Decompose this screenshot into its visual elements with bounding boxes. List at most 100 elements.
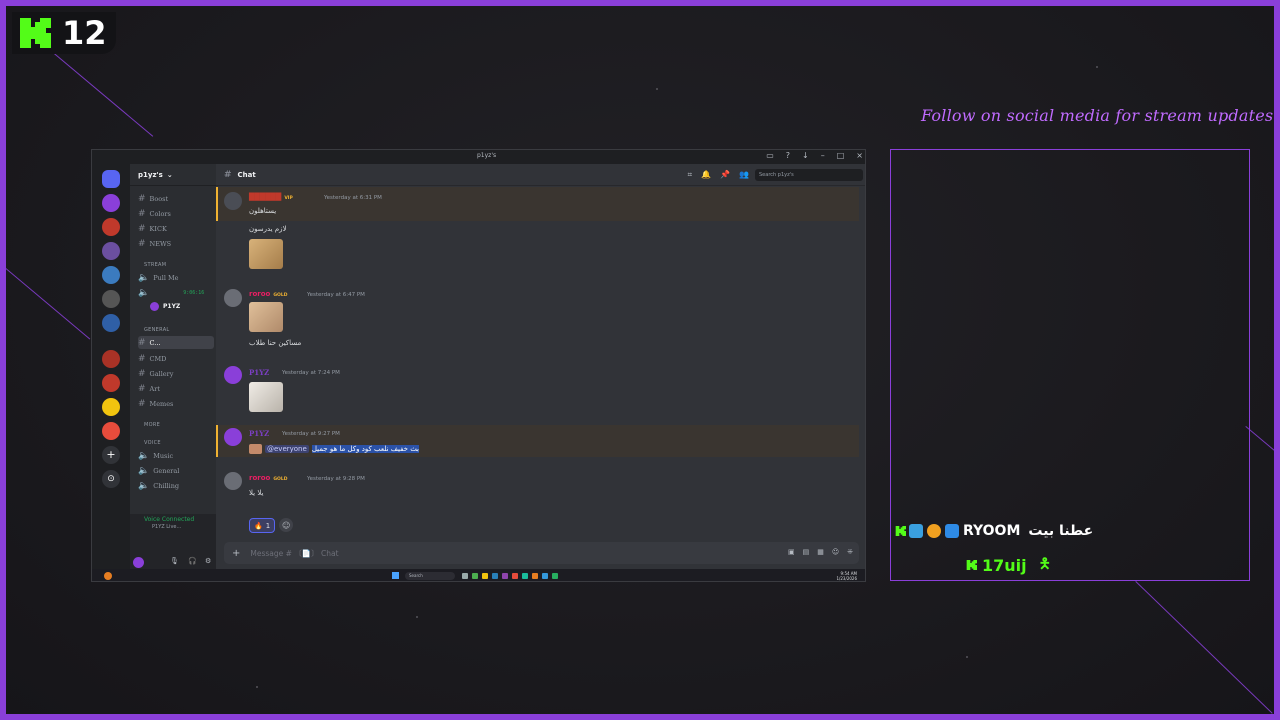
server-header[interactable]: p1yz's ⌄ (130, 164, 216, 186)
avatar[interactable] (224, 192, 242, 210)
weather-icon[interactable] (104, 572, 112, 580)
server-icon[interactable] (102, 194, 120, 212)
channel-item-cmd[interactable]: # CMD (138, 352, 214, 365)
channel-item-boost[interactable]: # Boost (138, 192, 214, 205)
reaction-fire[interactable]: 🔥 1 (249, 518, 276, 533)
camera-frame (890, 149, 1250, 581)
taskbar-search[interactable]: Search (405, 572, 455, 580)
server-icon[interactable] (102, 290, 120, 308)
category-more[interactable]: MORE (144, 422, 160, 428)
app-icon[interactable] (462, 573, 468, 579)
apps-icon[interactable]: ⁜ (847, 548, 853, 556)
server-icon[interactable] (102, 374, 120, 392)
gif-icon[interactable]: ▤ (803, 548, 810, 556)
channel-item-art[interactable]: # Art (138, 382, 214, 395)
sticker-image[interactable] (249, 239, 283, 269)
message-author[interactable]: ██████ VIP (249, 193, 293, 201)
add-server-icon[interactable]: + (102, 446, 120, 464)
maximize-icon[interactable]: □ (837, 151, 845, 160)
decor-line (45, 46, 154, 137)
sticker-image[interactable] (249, 302, 283, 332)
app-icon[interactable] (552, 573, 558, 579)
search-input[interactable]: Search p1yz's (755, 169, 863, 181)
channel-item-pull-me[interactable]: 🔈 Pull Me (138, 271, 214, 284)
server-icon[interactable] (102, 242, 120, 260)
avatar[interactable] (133, 557, 144, 568)
help-icon[interactable]: ? (786, 151, 790, 160)
channel-item-memes[interactable]: # Memes (138, 397, 214, 410)
message-timestamp: Yesterday at 6:31 PM (324, 195, 382, 201)
message-composer[interactable]: + Message # 〔📄〕 Chat ▣ ▤ ▦ ☺ ⁜ (224, 542, 859, 564)
channel-item-chilling[interactable]: 🔈 Chilling (138, 479, 214, 492)
download-icon[interactable]: ↓ (802, 151, 809, 160)
sticker-icon[interactable]: ▦ (817, 548, 824, 556)
category-general[interactable]: GENERAL (144, 327, 170, 333)
close-icon[interactable]: × (856, 151, 863, 160)
caption-name: RYOOM (963, 523, 1021, 539)
channel-item-general[interactable]: 🔈 General (138, 464, 214, 477)
pin-icon[interactable]: 📌 (720, 170, 730, 180)
channel-item-music[interactable]: 🔈 Music (138, 449, 214, 462)
avatar[interactable] (224, 428, 242, 446)
composer-placeholder[interactable]: Message # 〔📄〕 Chat (250, 548, 338, 559)
add-reaction-icon[interactable]: ☺ (279, 518, 294, 532)
emoji-picker-icon[interactable]: ☺ (832, 548, 839, 556)
channel-item-chat[interactable]: # C... (138, 336, 214, 349)
bell-icon[interactable]: 🔔 (701, 170, 711, 180)
message-author[interactable]: P1YZ (249, 368, 269, 377)
channel-item-news[interactable]: # NEWS (138, 237, 214, 250)
server-icon[interactable] (102, 266, 120, 284)
voice-user[interactable]: P1YZ (150, 300, 226, 313)
channel-item-gallery[interactable]: # Gallery (138, 367, 214, 380)
app-icon[interactable] (542, 573, 548, 579)
server-icon[interactable] (102, 218, 120, 236)
gear-icon[interactable]: ⚙ (205, 557, 211, 565)
message-author[interactable]: P1YZ (249, 429, 269, 438)
discover-icon[interactable]: ⊙ (102, 470, 120, 488)
channel-item-kick[interactable]: # KICK (138, 222, 214, 235)
kick-logo-icon (20, 18, 51, 48)
inbox-icon[interactable]: ▭ (766, 151, 774, 160)
hash-icon: # (138, 193, 146, 204)
windows-taskbar: Search 9:54 AM 1/23/2026 (92, 569, 865, 581)
server-icon[interactable] (102, 350, 120, 368)
windows-start-icon[interactable] (392, 572, 399, 579)
app-icon[interactable] (482, 573, 488, 579)
discord-home-icon[interactable] (102, 170, 120, 188)
app-icon[interactable] (532, 573, 538, 579)
server-name: p1yz's (138, 170, 163, 179)
app-icon[interactable] (492, 573, 498, 579)
channel-item-colors[interactable]: # Colors (138, 207, 214, 220)
avatar[interactable] (224, 366, 242, 384)
plus-icon[interactable]: + (232, 548, 240, 559)
category-stream[interactable]: STREAM (144, 262, 166, 268)
mic-icon[interactable]: 🎙 (170, 557, 179, 565)
app-icon[interactable] (522, 573, 528, 579)
minimize-icon[interactable]: – (821, 151, 825, 160)
headphones-icon[interactable]: 🎧 (188, 557, 197, 565)
server-icon[interactable] (102, 398, 120, 416)
avatar[interactable] (224, 289, 242, 307)
voice-channel-live[interactable]: 🔈 9:06:16 (138, 286, 214, 299)
channel-sidebar: p1yz's ⌄ # Boost # Colors # KICK # NEWS STRE… (130, 164, 216, 569)
voice-timer: 9:06:16 (183, 289, 205, 296)
hash-icon: # (224, 169, 232, 180)
message-author[interactable]: roroo GOLD (249, 290, 287, 298)
everyone-mention[interactable]: @everyone (265, 445, 309, 453)
category-voice[interactable]: VOICE (144, 440, 161, 446)
avatar[interactable] (224, 472, 242, 490)
server-icon[interactable] (102, 422, 120, 440)
threads-icon[interactable]: ⌗ (688, 170, 693, 180)
app-icon[interactable] (502, 573, 508, 579)
server-icon[interactable] (102, 314, 120, 332)
chat-area: # Chat ⌗ 🔔 📌 👥 Search p1yz's ██████ VIP Y… (216, 164, 865, 569)
members-icon[interactable]: 👥 (739, 170, 749, 180)
channel-label: Colors (149, 209, 171, 218)
sticker-image[interactable] (249, 382, 283, 412)
reaction-count: 1 (265, 521, 271, 530)
message-author[interactable]: roroo GOLD (249, 474, 287, 482)
emoji-icon (945, 524, 959, 538)
gift-icon[interactable]: ▣ (788, 548, 795, 556)
app-icon[interactable] (512, 573, 518, 579)
app-icon[interactable] (472, 573, 478, 579)
